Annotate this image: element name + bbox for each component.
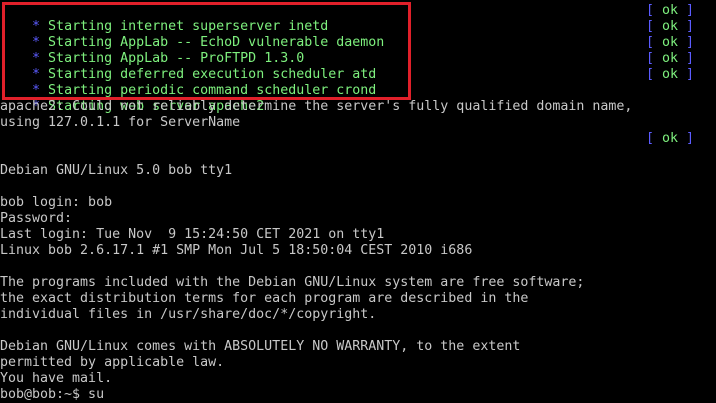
- boot-line-atd: * Starting deferred execution scheduler …: [0, 51, 716, 82]
- motd-line: permitted by applicable law.: [0, 355, 225, 370]
- mail-notice-line: You have mail.: [0, 371, 113, 386]
- boot-line-inetd: * Starting internet superserver inetd [ …: [0, 3, 716, 34]
- apache-status-line: [ ok ]: [0, 131, 716, 147]
- apache-warning-line: apache2: Could not reliably determine th…: [0, 99, 633, 114]
- status-ok: [ ok ]: [645, 35, 694, 50]
- login-prompt-line: bob login: bob: [0, 195, 113, 210]
- status-ok: [ ok ]: [645, 131, 694, 146]
- boot-line-proftpd: * Starting AppLab -- ProFTPD 1.3.0 [ ok …: [0, 35, 716, 66]
- motd-line: Debian GNU/Linux comes with ABSOLUTELY N…: [0, 339, 521, 354]
- status-ok: [ ok ]: [645, 19, 694, 34]
- status-ok: [ ok ]: [645, 3, 694, 18]
- last-login-line: Last login: Tue Nov 9 15:24:50 CET 2021 …: [0, 227, 385, 242]
- boot-line-echod: * Starting AppLab -- EchoD vulnerable da…: [0, 19, 716, 50]
- boot-line-apache2: * Starting web server apache2: [0, 83, 716, 114]
- apache-warning-line: using 127.0.1.1 for ServerName: [0, 115, 241, 130]
- status-ok: [ ok ]: [645, 67, 694, 82]
- motd-line: the exact distribution terms for each pr…: [0, 291, 529, 306]
- password-prompt-line: Password:: [0, 211, 73, 226]
- terminal-console[interactable]: * Starting internet superserver inetd [ …: [0, 3, 716, 402]
- motd-line: individual files in /usr/share/doc/*/cop…: [0, 307, 377, 322]
- uname-line: Linux bob 2.6.17.1 #1 SMP Mon Jul 5 18:5…: [0, 243, 473, 258]
- login-banner: Debian GNU/Linux 5.0 bob tty1: [0, 163, 233, 178]
- boot-line-crond: * Starting periodic command scheduler cr…: [0, 67, 716, 98]
- motd-line: The programs included with the Debian GN…: [0, 275, 585, 290]
- status-ok: [ ok ]: [645, 51, 694, 66]
